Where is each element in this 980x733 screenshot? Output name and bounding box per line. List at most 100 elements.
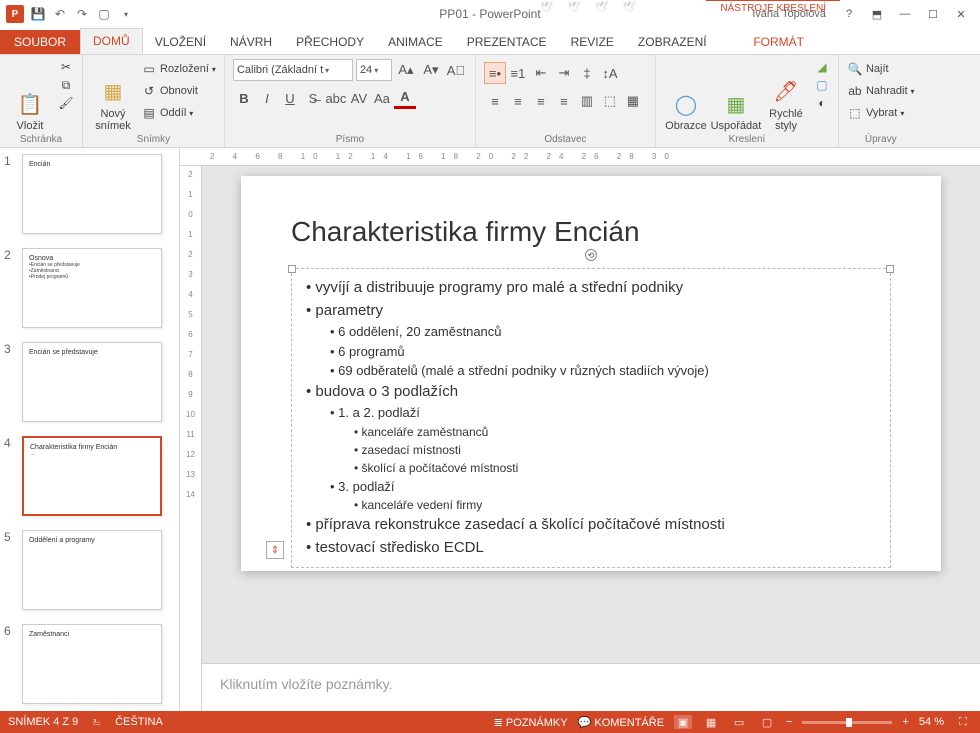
thumbnail-row[interactable]: 4Charakteristika firmy Encián… <box>4 436 169 516</box>
format-painter-icon[interactable]: 🖌 <box>58 95 74 111</box>
replace-button[interactable]: abNahradit ▾ <box>847 81 915 101</box>
arrange-button[interactable]: ▦Uspořádat <box>714 59 758 132</box>
zoom-in-button[interactable]: + <box>902 716 908 728</box>
qat-dropdown-icon[interactable]: ▾ <box>118 6 134 22</box>
tab-design[interactable]: NÁVRH <box>218 30 284 54</box>
slide-canvas[interactable]: Charakteristika firmy Encián ⟲ ⇕ vyvíjí … <box>202 166 980 663</box>
bullet-sublist[interactable]: 6 oddělení, 20 zaměstnanců6 programů69 o… <box>306 322 876 381</box>
thumbnail[interactable]: Oddělení a programy <box>22 530 162 610</box>
italic-button[interactable]: I <box>256 87 278 109</box>
bullet-item[interactable]: 6 oddělení, 20 zaměstnanců <box>330 322 876 342</box>
align-left-button[interactable]: ≡ <box>484 90 506 112</box>
bullet-item[interactable]: vyvíjí a distribuuje programy pro malé a… <box>306 277 876 300</box>
reading-view-icon[interactable]: ▭ <box>730 715 748 729</box>
slide-thumbnails-panel[interactable]: 1Encián2Osnova•Encián se představuje•Zam… <box>0 148 180 711</box>
align-text-button[interactable]: ⬚ <box>599 90 621 112</box>
numbering-button[interactable]: ≡1 <box>507 62 529 84</box>
bullet-item[interactable]: příprava rekonstrukce zasedací a školící… <box>306 514 876 537</box>
maximize-icon[interactable]: ☐ <box>920 4 946 24</box>
bullets-button[interactable]: ≡• <box>484 62 506 84</box>
select-button[interactable]: ⬚Vybrat ▾ <box>847 103 915 123</box>
align-right-button[interactable]: ≡ <box>530 90 552 112</box>
section-button[interactable]: ▤Oddíl ▾ <box>141 103 216 123</box>
bullet-item[interactable]: školící a počítačové místnosti <box>354 459 876 477</box>
normal-view-icon[interactable]: ▣ <box>674 715 692 729</box>
thumbnail[interactable]: Encián se představuje <box>22 342 162 422</box>
tab-format[interactable]: FORMÁT <box>737 30 820 54</box>
thumbnail[interactable]: Encián <box>22 154 162 234</box>
bullet-item[interactable]: 3. podlažíkanceláře vedení firmy <box>330 477 876 515</box>
slide-counter[interactable]: SNÍMEK 4 Z 9 <box>8 716 78 728</box>
clear-formatting-icon[interactable]: A⃠ <box>445 59 467 81</box>
bullet-item[interactable]: 6 programů <box>330 342 876 362</box>
thumbnail-row[interactable]: 6Zaměstnanci <box>4 624 169 704</box>
tab-transitions[interactable]: PŘECHODY <box>284 30 376 54</box>
smartart-button[interactable]: ▦ <box>622 90 644 112</box>
thumbnail[interactable]: Zaměstnanci <box>22 624 162 704</box>
copy-icon[interactable]: ⧉ <box>58 77 74 93</box>
zoom-out-button[interactable]: − <box>786 716 792 728</box>
slideshow-view-icon[interactable]: ▢ <box>758 715 776 729</box>
bullet-item[interactable]: parametry6 oddělení, 20 zaměstnanců6 pro… <box>306 300 876 381</box>
shape-outline-icon[interactable]: ▢ <box>814 77 830 93</box>
bullet-sublist[interactable]: kanceláře vedení firmy <box>330 496 876 514</box>
sorter-view-icon[interactable]: ▦ <box>702 715 720 729</box>
close-icon[interactable]: ✕ <box>948 4 974 24</box>
ribbon-options-icon[interactable]: ⬒ <box>864 4 890 24</box>
thumbnail[interactable]: Charakteristika firmy Encián… <box>22 436 162 516</box>
cut-icon[interactable]: ✂ <box>58 59 74 75</box>
shapes-button[interactable]: ◯Obrazce <box>664 59 708 132</box>
fit-to-window-icon[interactable]: ⛶ <box>954 715 972 729</box>
font-size-combo[interactable]: 24▾ <box>356 59 392 81</box>
tab-slideshow[interactable]: PREZENTACE <box>455 30 559 54</box>
redo-icon[interactable]: ↷ <box>74 6 90 22</box>
underline-button[interactable]: U <box>279 87 301 109</box>
font-color-button[interactable]: A <box>394 87 416 109</box>
tab-insert[interactable]: VLOŽENÍ <box>143 30 218 54</box>
bullet-item[interactable]: kanceláře zaměstnanců <box>354 423 876 441</box>
start-from-beginning-icon[interactable]: ▢ <box>96 6 112 22</box>
thumbnail[interactable]: Osnova•Encián se představuje•Zaměstnanci… <box>22 248 162 328</box>
thumbnail-row[interactable]: 2Osnova•Encián se představuje•Zaměstnanc… <box>4 248 169 328</box>
line-spacing-button[interactable]: ‡ <box>576 62 598 84</box>
strikethrough-button[interactable]: S̶ <box>302 87 324 109</box>
bullet-list[interactable]: vyvíjí a distribuuje programy pro malé a… <box>306 277 876 559</box>
zoom-level[interactable]: 54 % <box>919 716 944 728</box>
notes-pane[interactable]: Kliknutím vložíte poznámky. <box>202 663 980 711</box>
minimize-icon[interactable]: — <box>892 4 918 24</box>
bullet-item[interactable]: budova o 3 podlažích1. a 2. podlažíkance… <box>306 381 876 515</box>
tab-file[interactable]: SOUBOR <box>0 30 80 54</box>
thumbnail-row[interactable]: 5Oddělení a programy <box>4 530 169 610</box>
language-indicator[interactable]: ČEŠTINA <box>115 716 163 728</box>
columns-button[interactable]: ▥ <box>576 90 598 112</box>
comments-toggle[interactable]: 💬 KOMENTÁŘE <box>578 716 664 729</box>
bullet-item[interactable]: 1. a 2. podlažíkanceláře zaměstnancůzase… <box>330 403 876 477</box>
content-placeholder[interactable]: ⟲ ⇕ vyvíjí a distribuuje programy pro ma… <box>291 268 891 568</box>
shrink-font-icon[interactable]: A▾ <box>420 59 442 81</box>
bullet-item[interactable]: testovací středisko ECDL <box>306 537 876 560</box>
autofit-options-icon[interactable]: ⇕ <box>266 541 284 559</box>
tab-home[interactable]: DOMŮ <box>80 28 143 54</box>
find-button[interactable]: 🔍Najít <box>847 59 915 79</box>
reset-button[interactable]: ↺Obnovit <box>141 81 216 101</box>
user-name[interactable]: Ivana Topolová <box>752 8 826 20</box>
change-case-button[interactable]: Aa <box>371 87 393 109</box>
help-icon[interactable]: ? <box>836 4 862 24</box>
undo-icon[interactable]: ↶ <box>52 6 68 22</box>
quick-styles-button[interactable]: 🖊Rychlé styly <box>764 59 808 132</box>
increase-indent-button[interactable]: ⇥ <box>553 62 575 84</box>
shadow-button[interactable]: abc <box>325 87 347 109</box>
decrease-indent-button[interactable]: ⇤ <box>530 62 552 84</box>
layout-button[interactable]: ▭Rozložení ▾ <box>141 59 216 79</box>
paste-button[interactable]: 📋 Vložit <box>8 59 52 132</box>
shape-effects-icon[interactable]: ◐ <box>814 95 830 111</box>
thumbnail-row[interactable]: 3Encián se představuje <box>4 342 169 422</box>
text-direction-button[interactable]: ↕A <box>599 62 621 84</box>
rotation-handle-icon[interactable]: ⟲ <box>585 249 597 261</box>
tab-review[interactable]: REVIZE <box>559 30 626 54</box>
spacing-button[interactable]: AV <box>348 87 370 109</box>
shape-fill-icon[interactable]: ◢ <box>814 59 830 75</box>
align-center-button[interactable]: ≡ <box>507 90 529 112</box>
grow-font-icon[interactable]: A▴ <box>395 59 417 81</box>
zoom-slider[interactable] <box>802 721 892 724</box>
